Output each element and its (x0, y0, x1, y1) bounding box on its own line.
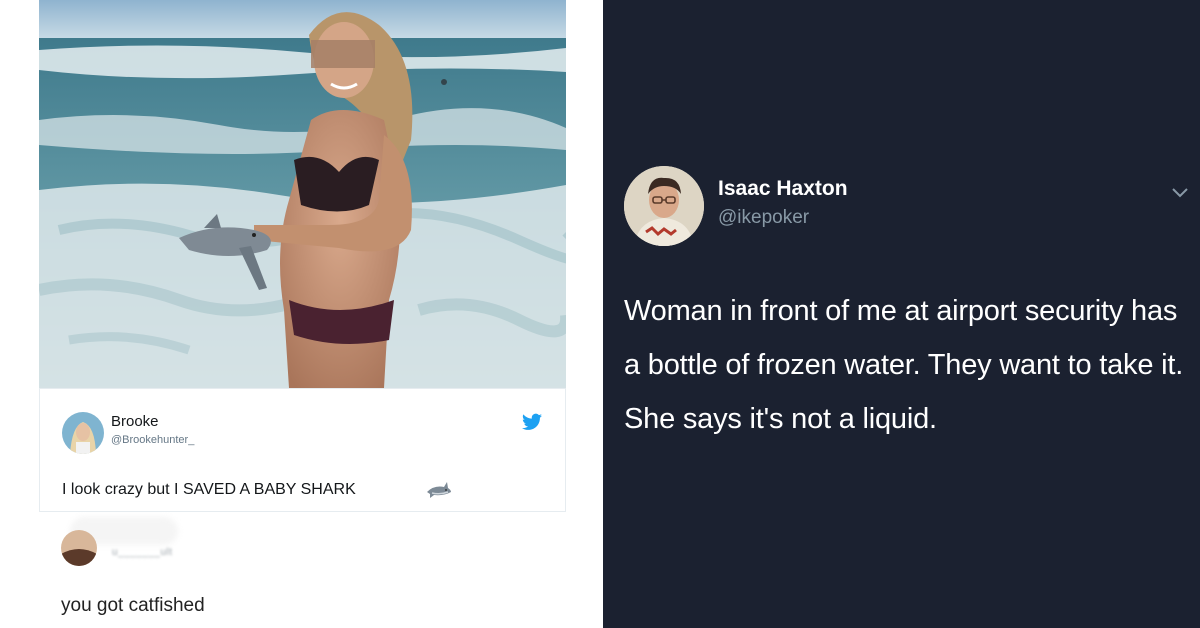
avatar-graphic (62, 412, 104, 454)
author-avatar[interactable] (62, 412, 104, 454)
embedded-tweet-card[interactable]: Brooke @Brookehunter_ I look crazy but I… (39, 388, 566, 512)
twitter-bird-icon[interactable] (522, 413, 542, 431)
left-panel: Brooke @Brookehunter_ I look crazy but I… (0, 0, 603, 628)
beach-photo-graphic (39, 0, 566, 388)
avatar-graphic (624, 166, 704, 246)
author-handle[interactable]: @Brookehunter_ (111, 434, 194, 446)
author-avatar[interactable] (624, 166, 704, 246)
author-name[interactable]: Brooke (111, 413, 159, 430)
tweet-text: I look crazy but I SAVED A BABY SHARK (62, 481, 356, 498)
tweet-text: Woman in front of me at airport security… (624, 295, 1184, 435)
tweet-photo[interactable] (39, 0, 566, 388)
author-name[interactable]: Isaac Haxton (718, 177, 848, 201)
reply-text: you got catfished (61, 595, 205, 616)
right-panel: Isaac Haxton @ikepoker Woman in front of… (603, 0, 1200, 628)
shark-emoji-icon (426, 481, 452, 499)
author-handle[interactable]: @ikepoker (718, 207, 809, 229)
chevron-down-icon[interactable] (1171, 186, 1189, 198)
reply-avatar[interactable] (61, 530, 97, 566)
reply-handle: u_______ult (112, 547, 173, 558)
reply-avatar-graphic (61, 530, 97, 566)
